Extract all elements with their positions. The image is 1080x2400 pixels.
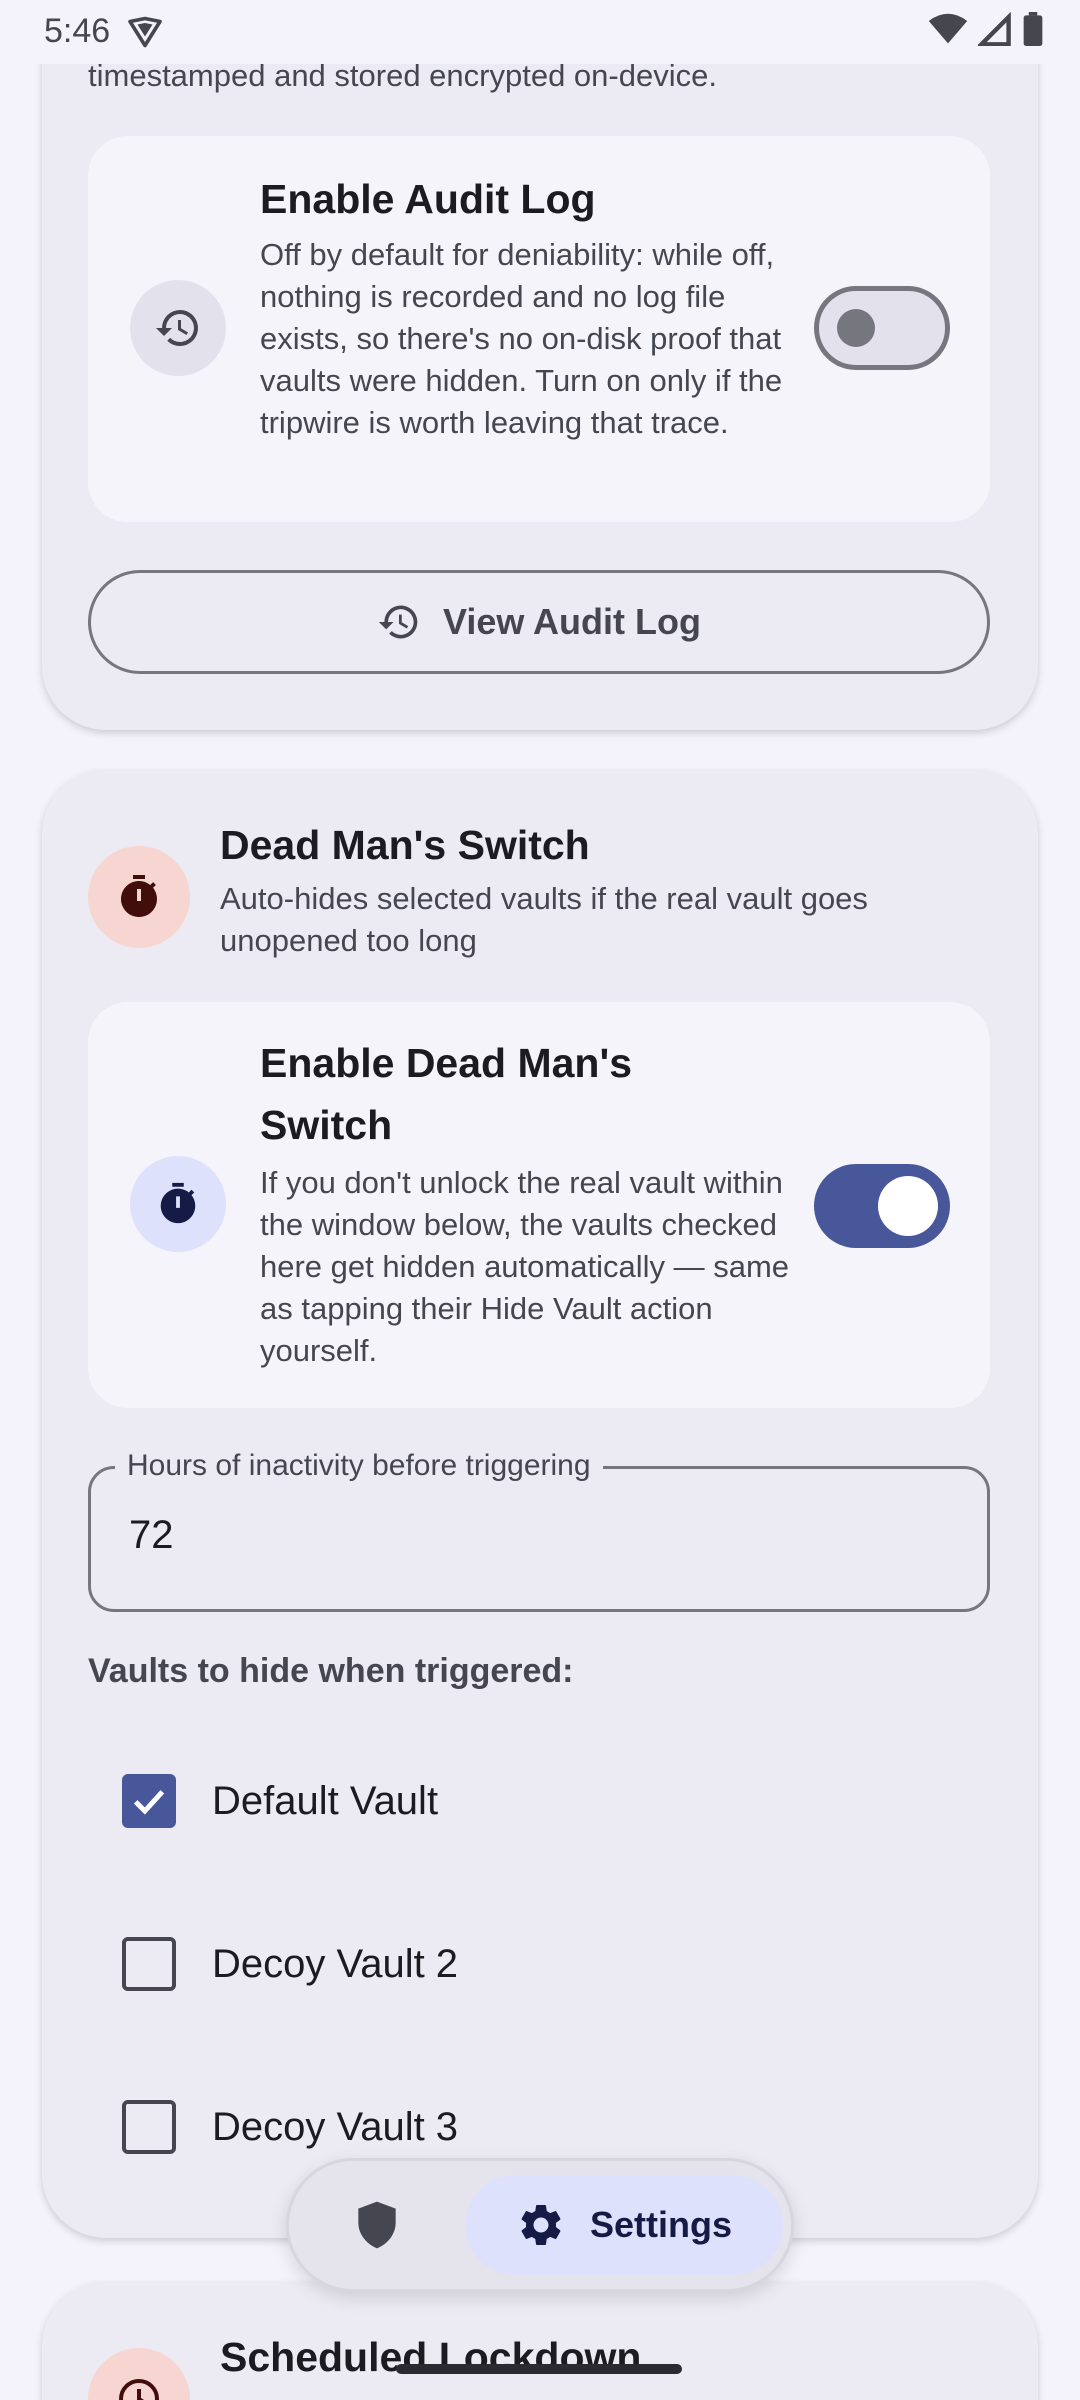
vault-checkbox-row[interactable]: Default Vault (88, 1746, 990, 1856)
vaults-heading: Vaults to hide when triggered: (88, 1652, 574, 1690)
home-indicator (396, 2364, 682, 2374)
signal-icon (978, 12, 1011, 46)
audit-icon-circle (130, 280, 226, 376)
toggle-knob (837, 309, 875, 347)
timer-icon (120, 875, 157, 917)
nav-settings-tab[interactable]: Settings (465, 2175, 783, 2275)
dms-section-title: Dead Man's Switch (220, 822, 590, 868)
status-icons (928, 12, 1044, 46)
clock-icon (119, 2379, 159, 2400)
dms-icon-circle (130, 1156, 226, 1252)
audit-log-toggle[interactable] (814, 286, 950, 370)
enable-audit-log-row[interactable]: Enable Audit Log Off by default for deni… (88, 136, 990, 522)
vault-name: Decoy Vault 2 (212, 1941, 459, 1986)
history-icon (156, 310, 198, 346)
shield-icon[interactable] (349, 2197, 405, 2253)
gear-icon (521, 2205, 561, 2245)
status-time: 5:46 (44, 12, 111, 50)
scheduled-lockdown-card: Scheduled Lockdown (42, 2282, 1038, 2400)
dms-section-icon-circle (88, 846, 190, 948)
timer-icon (160, 1182, 196, 1224)
nav-settings-label: Settings (589, 2204, 732, 2245)
bottom-navigation: Settings (286, 2158, 794, 2292)
app-shield-icon (128, 16, 162, 48)
enable-dms-description: If you don't unlock the real vault withi… (260, 1165, 790, 1368)
status-bar: 5:46 (0, 0, 1080, 64)
enable-audit-log-description: Off by default for deniability: while of… (260, 237, 783, 440)
dms-section-subtitle: Auto-hides selected vaults if the real v… (220, 881, 868, 958)
dms-toggle[interactable] (814, 1164, 950, 1248)
hours-inactivity-label: Hours of inactivity before triggering (115, 1449, 603, 1483)
battery-icon (1023, 12, 1043, 46)
view-audit-log-button[interactable]: View Audit Log (88, 570, 990, 674)
history-icon (378, 605, 418, 639)
enable-dms-row[interactable]: Enable Dead Man's Switch If you don't un… (88, 1002, 990, 1408)
enable-audit-log-title: Enable Audit Log (260, 176, 596, 222)
sched-section-icon-circle (88, 2348, 190, 2400)
hours-inactivity-value[interactable]: 72 (129, 1513, 174, 1558)
wifi-icon (928, 13, 968, 44)
vault-checkbox-row[interactable]: Decoy Vault 2 (88, 1909, 990, 2019)
audit-log-card: timestamped and stored encrypted on-devi… (42, 0, 1038, 730)
toggle-knob (878, 1176, 938, 1236)
vault-checkbox[interactable] (122, 1774, 176, 1828)
checkmark-icon (133, 1790, 165, 1815)
vault-name: Default Vault (212, 1778, 439, 1823)
view-audit-log-label: View Audit Log (443, 601, 701, 642)
vault-checkbox[interactable] (122, 2100, 176, 2154)
vault-checkbox[interactable] (122, 1937, 176, 1991)
vault-name: Decoy Vault 3 (212, 2104, 459, 2149)
enable-dms-title: Enable Dead Man's Switch (260, 1040, 633, 1148)
hours-inactivity-field[interactable]: Hours of inactivity before triggering 72 (88, 1449, 990, 1612)
dead-mans-switch-card: Dead Man's Switch Auto-hides selected va… (42, 770, 1038, 2238)
